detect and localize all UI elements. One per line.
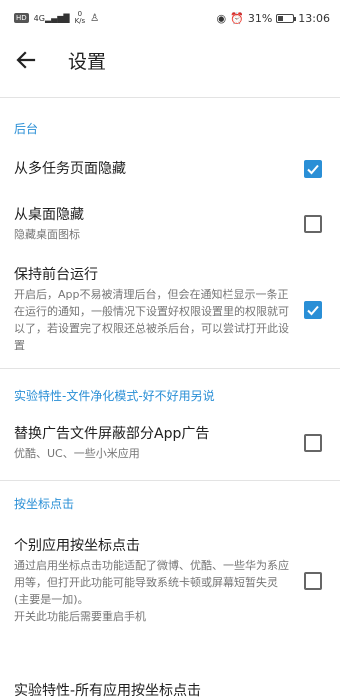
setting-text: 个别应用按坐标点击 通过启用坐标点击功能适配了微博、优酷、一些华为系应用等，但打… [14, 536, 304, 625]
setting-replace-ad-files[interactable]: 替换广告文件屏蔽部分App广告 优酷、UC、一些小米应用 [0, 424, 340, 462]
status-bar: HD 4G▂▄▆█ 0 K/s ♙ ◉ ⏰ 31% 13:06 [0, 0, 340, 36]
app-bar: 设置 [0, 36, 340, 84]
setting-coordinate-click-some-apps[interactable]: 个别应用按坐标点击 通过启用坐标点击功能适配了微博、优酷、一些华为系应用等，但打… [0, 536, 340, 625]
clock: 13:06 [298, 11, 330, 25]
setting-text: 从桌面隐藏 隐藏桌面图标 [14, 205, 304, 243]
setting-title: 保持前台运行 [14, 267, 98, 283]
battery-percent: 31% [247, 11, 273, 25]
section-divider [0, 368, 340, 369]
setting-hide-from-launcher[interactable]: 从桌面隐藏 隐藏桌面图标 [0, 205, 340, 243]
setting-keep-foreground[interactable]: 保持前台运行 开启后，App不易被清理后台，但会在通知栏显示一条正在运行的通知，… [0, 265, 340, 354]
setting-subtitle: 优酷、UC、一些小米应用 [14, 447, 140, 460]
setting-text: 从多任务页面隐藏 [14, 159, 304, 179]
setting-coordinate-click-all-apps-title[interactable]: 实验特性-所有应用按坐标点击 [14, 680, 201, 700]
checkbox-hide-from-recents[interactable] [304, 160, 322, 178]
setting-subtitle: 隐藏桌面图标 [14, 228, 80, 241]
setting-subtitle: 通过启用坐标点击功能适配了微博、优酷、一些华为系应用等，但打开此功能可能导致系统… [14, 559, 289, 623]
signal-label: 4G [33, 13, 45, 23]
app-bar-divider [0, 97, 340, 98]
hd-badge: HD [14, 13, 29, 23]
net-speed-unit: K/s [74, 17, 86, 25]
notification-icon: ♙ [90, 12, 100, 24]
status-left: HD 4G▂▄▆█ 0 K/s ♙ [14, 11, 99, 25]
setting-hide-from-recents[interactable]: 从多任务页面隐藏 [0, 159, 340, 179]
status-right: ◉ ⏰ 31% 13:06 [217, 12, 330, 25]
setting-title: 个别应用按坐标点击 [14, 538, 140, 554]
section-divider [0, 480, 340, 481]
setting-text: 保持前台运行 开启后，App不易被清理后台，但会在通知栏显示一条正在运行的通知，… [14, 265, 304, 354]
signal-icon: 4G▂▄▆█ [33, 13, 70, 23]
setting-title: 从桌面隐藏 [14, 207, 84, 223]
setting-subtitle: 开启后，App不易被清理后台，但会在通知栏显示一条正在运行的通知，一般情况下设置… [14, 288, 289, 352]
setting-text: 替换广告文件屏蔽部分App广告 优酷、UC、一些小米应用 [14, 424, 304, 462]
checkbox-coordinate-click-some-apps[interactable] [304, 571, 322, 590]
eye-icon: ◉ [216, 11, 227, 25]
page-title: 设置 [68, 50, 107, 73]
battery-fill [278, 15, 284, 21]
checkbox-hide-from-launcher[interactable] [304, 215, 322, 233]
section-header-background: 后台 [14, 122, 39, 136]
checkbox-keep-foreground[interactable] [304, 300, 322, 319]
section-header-experimental-file: 实验特性-文件净化模式-好不好用另说 [14, 389, 215, 403]
setting-title: 从多任务页面隐藏 [14, 161, 126, 177]
section-header-coordinate-click: 按坐标点击 [14, 497, 75, 511]
checkbox-replace-ad-files[interactable] [304, 434, 322, 452]
battery-icon [276, 13, 297, 23]
alarm-icon: ⏰ [230, 11, 244, 25]
net-speed: 0 K/s [75, 11, 86, 25]
back-arrow-icon[interactable] [14, 48, 38, 72]
setting-title: 替换广告文件屏蔽部分App广告 [14, 426, 210, 442]
